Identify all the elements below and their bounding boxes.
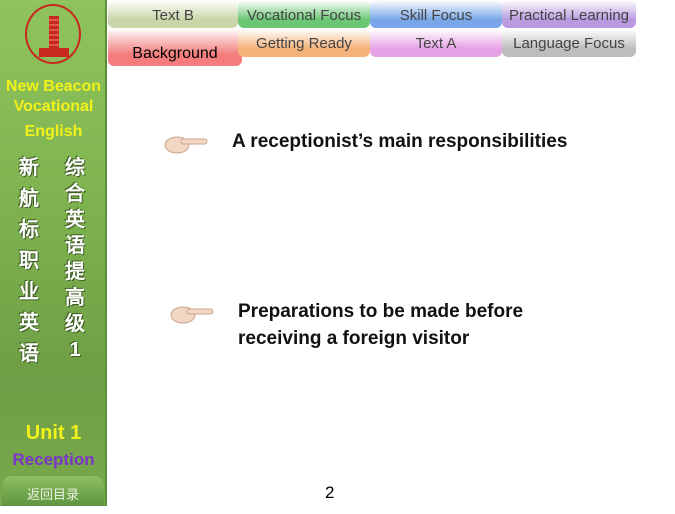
unit-label: Unit 1: [25, 422, 82, 444]
bullet-point: Preparations to be made before receiving…: [238, 301, 524, 349]
title-char: 英: [65, 209, 85, 231]
new-beacon-logo: [25, 4, 81, 64]
title-char: 语: [19, 343, 39, 365]
title-char: 语: [65, 235, 85, 257]
tab-language-focus[interactable]: Language Focus: [502, 29, 636, 57]
title-char: 职: [19, 250, 39, 272]
brand-line: New Beacon: [5, 78, 102, 95]
title-char: 新: [19, 157, 39, 179]
tab-skill-focus[interactable]: Skill Focus: [370, 0, 502, 28]
title-char: 提: [65, 261, 85, 283]
sidebar: New Beacon Vocational English 新航标职业英语综合英…: [0, 0, 107, 506]
brand-line: English: [24, 123, 83, 140]
page-number: 2: [325, 483, 335, 502]
back-to-contents-button[interactable]: 返回目录: [2, 476, 104, 506]
title-char: 1: [69, 339, 81, 361]
title-char: 高: [65, 287, 85, 309]
title-char: 综: [65, 157, 85, 179]
tab-practical-learning[interactable]: Practical Learning: [502, 0, 636, 28]
bullet-point: A receptionist’s main responsibilities: [232, 131, 568, 152]
title-char: 标: [19, 219, 39, 241]
title-char: 合: [65, 183, 85, 205]
pointing-hand-icon: [169, 303, 215, 325]
tab-getting-ready[interactable]: Getting Ready: [238, 29, 370, 57]
tab-vocational-focus[interactable]: Vocational Focus: [238, 0, 370, 28]
title-char: 航: [19, 188, 39, 210]
title-char: 级: [65, 313, 85, 335]
unit-name: Reception: [12, 450, 95, 469]
tab-text-b[interactable]: Text B: [108, 0, 238, 28]
title-char: 业: [19, 281, 39, 303]
pointing-hand-icon: [163, 133, 209, 155]
tab-text-a[interactable]: Text A: [370, 29, 502, 57]
title-char: 英: [19, 312, 39, 334]
brand-line: Vocational: [13, 98, 94, 115]
tab-background[interactable]: Background: [108, 28, 242, 66]
